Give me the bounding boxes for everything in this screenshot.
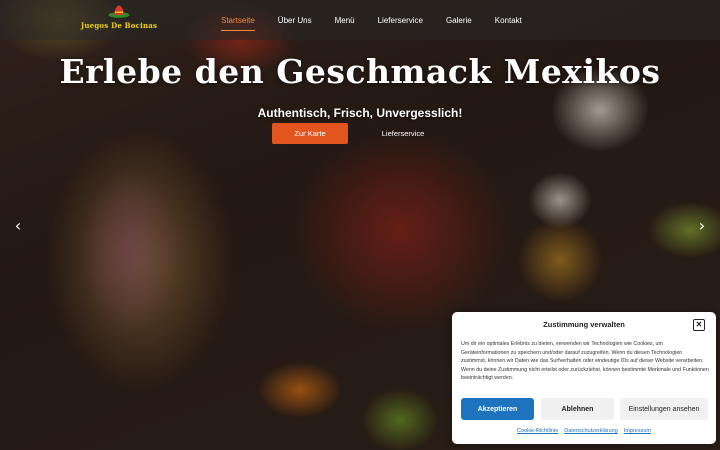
deny-button[interactable]: Ablehnen — [541, 398, 614, 420]
logo-text: Juegos De Bocinas — [80, 21, 158, 30]
slider-prev-arrow-icon[interactable]: ‹ — [10, 216, 26, 235]
delivery-button[interactable]: Lieferservice — [364, 123, 442, 144]
hero-subline: Authentisch, Frisch, Unvergesslich! — [257, 106, 463, 120]
nav-item-lieferservice[interactable]: Lieferservice — [378, 12, 423, 29]
cookie-consent-dialog: Zustimmung verwalten ✕ Um dir ein optima… — [452, 312, 716, 444]
nav-item-startseite[interactable]: Startseite — [221, 12, 255, 31]
consent-text: Um dir ein optimales Erlebnis zu bieten,… — [461, 341, 709, 382]
nav-item-menue[interactable]: Menü — [335, 12, 355, 29]
slider-next-arrow-icon[interactable]: › — [694, 216, 710, 235]
main-nav: Startseite Über Uns Menü Lieferservice G… — [221, 0, 545, 40]
imprint-link[interactable]: Impressum — [624, 428, 651, 434]
consent-links: Cookie-Richtlinie Datenschutzerklärung I… — [452, 428, 716, 434]
site-header: Juegos De Bocinas Startseite Über Uns Me… — [0, 0, 720, 40]
hero-headline: Erlebe den Geschmack Mexikos — [59, 52, 661, 91]
close-icon[interactable]: ✕ — [693, 319, 705, 331]
cookie-policy-link[interactable]: Cookie-Richtlinie — [517, 428, 558, 434]
preferences-button[interactable]: Einstellungen ansehen — [620, 398, 708, 420]
menu-button[interactable]: Zur Karte — [272, 123, 348, 144]
site-logo[interactable]: Juegos De Bocinas — [80, 3, 158, 35]
sombrero-icon — [108, 5, 130, 18]
nav-item-kontakt[interactable]: Kontakt — [495, 12, 522, 29]
nav-item-ueber-uns[interactable]: Über Uns — [278, 12, 312, 29]
nav-item-galerie[interactable]: Galerie — [446, 12, 472, 29]
consent-title: Zustimmung verwalten — [543, 320, 625, 329]
privacy-policy-link[interactable]: Datenschutzerklärung — [564, 428, 618, 434]
accept-button[interactable]: Akzeptieren — [461, 398, 534, 420]
